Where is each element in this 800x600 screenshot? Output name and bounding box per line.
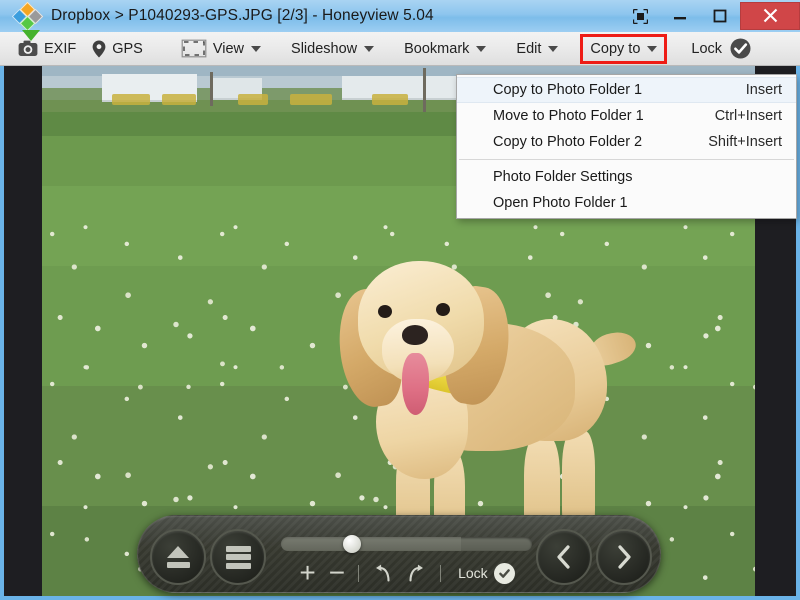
copy-to-dropdown-menu: Copy to Photo Folder 1 Insert Move to Ph… xyxy=(456,74,797,219)
toolbar-label-gps: GPS xyxy=(112,40,143,57)
menu-separator xyxy=(459,159,794,160)
eject-triangle xyxy=(167,546,189,558)
eject-icon xyxy=(166,546,190,568)
minimize-button[interactable] xyxy=(660,0,700,32)
window-title: Dropbox > P1040293-GPS.JPG [2/3] - Honey… xyxy=(51,7,434,24)
menu-item-shortcut: Insert xyxy=(745,82,782,98)
map-pin-icon xyxy=(92,40,106,57)
hamburger-menu-icon xyxy=(225,543,251,571)
background-hedge xyxy=(162,94,196,105)
rotate-counterclockwise-icon xyxy=(376,564,390,582)
menu-item-label: Move to Photo Folder 1 xyxy=(493,108,644,124)
chevron-down-icon xyxy=(476,45,487,52)
control-separator xyxy=(358,564,360,582)
chevron-down-icon xyxy=(548,45,559,52)
hamburger-bar xyxy=(225,554,251,560)
control-separator xyxy=(440,564,442,582)
eject-bar xyxy=(166,562,190,568)
slider-fill xyxy=(281,537,461,551)
dog-eye xyxy=(436,303,450,316)
menu-item-label: Photo Folder Settings xyxy=(493,169,633,185)
background-hedge xyxy=(372,94,408,105)
toolbar-label-copy-to: Copy to xyxy=(590,40,641,57)
menu-item-shortcut: Ctrl+Insert xyxy=(714,108,782,124)
menu-item-shortcut: Shift+Insert xyxy=(708,134,782,150)
maximize-button[interactable] xyxy=(700,0,740,32)
menu-item-label: Copy to Photo Folder 2 xyxy=(493,134,643,150)
toolbar-item-view[interactable]: View xyxy=(173,34,269,64)
background-post xyxy=(423,68,426,112)
title-bar: Dropbox > P1040293-GPS.JPG [2/3] - Honey… xyxy=(0,0,800,32)
close-button[interactable] xyxy=(740,1,800,30)
menu-item-photo-folder-settings[interactable]: Photo Folder Settings xyxy=(457,164,796,190)
toolbar-item-gps[interactable]: GPS xyxy=(84,34,151,64)
mini-controls-row: + − Lock xyxy=(278,558,536,588)
background-hedge xyxy=(290,94,332,105)
menu-button[interactable] xyxy=(210,529,266,585)
chevron-down-icon xyxy=(364,45,375,52)
previous-image-button[interactable] xyxy=(536,529,592,585)
rotate-cw-button[interactable] xyxy=(406,560,427,586)
toolbar-label-lock: Lock xyxy=(691,40,723,57)
crop-frame-icon xyxy=(181,39,207,58)
toolbar-label-exif: EXIF xyxy=(44,40,77,57)
menu-item-label: Copy to Photo Folder 1 xyxy=(493,82,643,98)
dropbox-diamonds-icon xyxy=(11,1,44,32)
menu-item-label: Open Photo Folder 1 xyxy=(493,195,628,211)
slider-thumb[interactable] xyxy=(343,535,361,553)
lock-toggle[interactable]: Lock xyxy=(458,562,515,584)
position-slider[interactable] xyxy=(281,535,532,553)
background-hedge xyxy=(238,94,268,105)
hamburger-bar xyxy=(225,562,251,569)
toolbar-item-edit[interactable]: Edit xyxy=(508,34,566,64)
toolbar-item-lock[interactable]: Lock xyxy=(683,34,759,64)
chevron-down-icon xyxy=(647,45,658,52)
next-image-button[interactable] xyxy=(596,529,652,585)
menu-item-move-to-photo-folder-1[interactable]: Move to Photo Folder 1 Ctrl+Insert xyxy=(457,103,796,129)
dog-nose xyxy=(402,325,428,345)
menu-item-open-photo-folder-1[interactable]: Open Photo Folder 1 xyxy=(457,190,796,216)
rotate-clockwise-icon xyxy=(409,564,424,582)
zoom-out-button[interactable]: − xyxy=(329,559,345,587)
toolbar-label-edit: Edit xyxy=(516,40,542,57)
honeyview-window: Dropbox > P1040293-GPS.JPG [2/3] - Honey… xyxy=(0,0,800,600)
check-circle-icon xyxy=(730,38,751,59)
dog-eye xyxy=(378,305,392,318)
menu-item-copy-to-photo-folder-2[interactable]: Copy to Photo Folder 2 Shift+Insert xyxy=(457,129,796,155)
lock-label: Lock xyxy=(458,565,488,581)
hamburger-bar xyxy=(225,545,251,552)
chevron-right-icon xyxy=(618,545,631,569)
menu-item-copy-to-photo-folder-1[interactable]: Copy to Photo Folder 1 Insert xyxy=(457,77,796,103)
toolbar-item-bookmark[interactable]: Bookmark xyxy=(396,34,494,64)
background-hedge xyxy=(112,94,150,105)
bottom-control-bar: + − Lock xyxy=(137,515,661,593)
toolbar-item-copy-to[interactable]: Copy to xyxy=(580,33,668,64)
check-circle-icon xyxy=(493,562,515,584)
dog-tongue xyxy=(402,353,429,415)
toolbar-label-view: View xyxy=(212,40,245,57)
background-post xyxy=(210,72,213,106)
main-toolbar: EXIF GPS View Slideshow Bookmark Edit Co… xyxy=(0,32,800,66)
chevron-left-icon xyxy=(557,545,570,569)
toolbar-label-slideshow: Slideshow xyxy=(291,40,358,57)
sync-arrow-icon xyxy=(22,30,40,41)
toolbar-label-bookmark: Bookmark xyxy=(404,40,470,57)
fullscreen-button[interactable] xyxy=(620,0,660,32)
zoom-in-button[interactable]: + xyxy=(299,559,315,587)
chevron-down-icon xyxy=(251,45,262,52)
eject-button[interactable] xyxy=(150,529,206,585)
toolbar-item-slideshow[interactable]: Slideshow xyxy=(283,34,382,64)
rotate-ccw-button[interactable] xyxy=(372,560,393,586)
camera-icon xyxy=(18,40,38,56)
